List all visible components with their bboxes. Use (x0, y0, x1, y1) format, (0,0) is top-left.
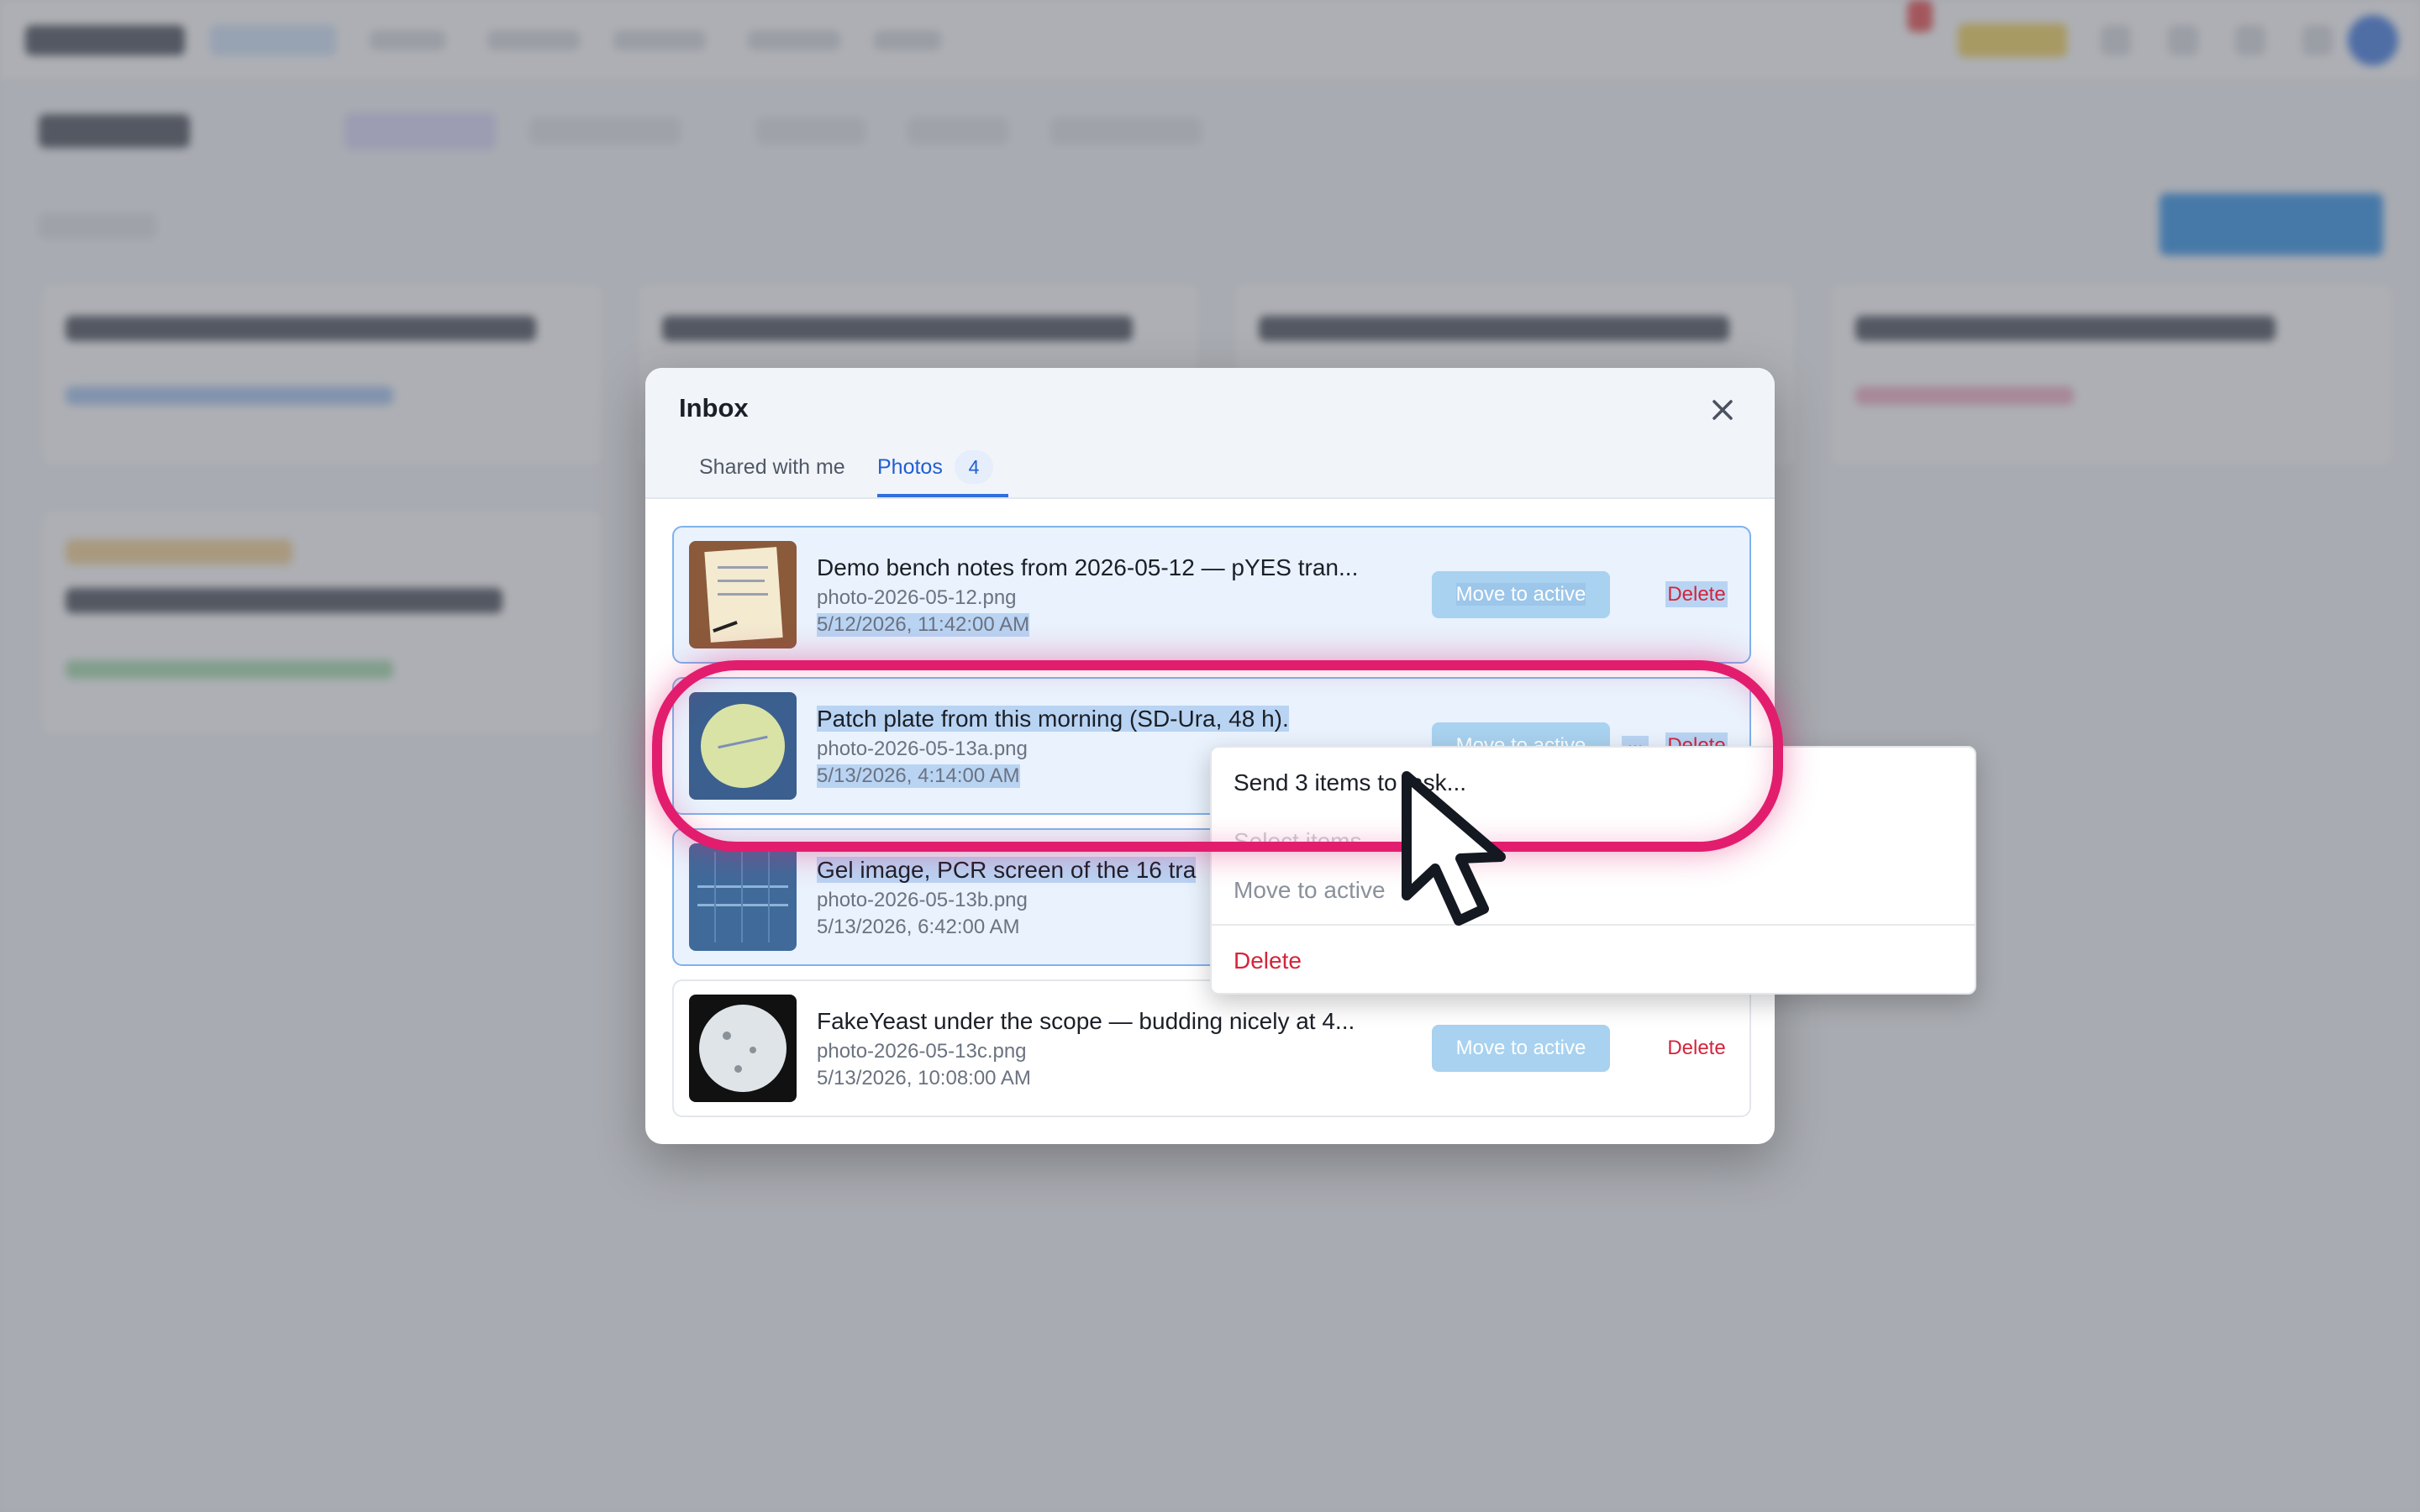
item-title: Demo bench notes from 2026-05-12 — pYES … (817, 554, 1359, 580)
tab-label: Shared with me (699, 455, 845, 479)
tab-shared-with-me[interactable]: Shared with me (699, 455, 845, 497)
menu-item-move-to-active[interactable]: Move to active (1234, 877, 1386, 904)
button-label: Move to active (1455, 583, 1586, 606)
item-filename: photo-2026-05-13c.png (817, 1040, 1027, 1063)
list-item[interactable]: FakeYeast under the scope — budding nice… (672, 979, 1751, 1117)
item-title: Gel image, PCR screen of the 16 tra (817, 857, 1197, 884)
tab-photos[interactable]: Photos 4 (877, 450, 1008, 497)
count-badge: 4 (955, 450, 993, 484)
item-date: 5/13/2026, 6:42:00 AM (817, 916, 1020, 938)
item-date: 5/13/2026, 10:08:00 AM (817, 1067, 1031, 1089)
list-item[interactable]: Demo bench notes from 2026-05-12 — pYES … (672, 526, 1751, 664)
item-filename: photo-2026-05-13b.png (817, 889, 1028, 911)
highlight-annotation (652, 660, 1783, 852)
move-to-active-button[interactable]: Move to active (1432, 1025, 1610, 1072)
button-label: Delete (1665, 581, 1728, 607)
menu-divider (1212, 924, 1975, 926)
mouse-pointer-icon (1402, 771, 1506, 926)
item-title-text: Gel image, PCR screen of the 16 tra (817, 857, 1197, 883)
item-filename: photo-2026-05-12.png (817, 586, 1017, 609)
gel-photo-thumbnail[interactable] (689, 843, 797, 951)
delete-button[interactable]: Delete (1657, 571, 1736, 618)
close-icon (1712, 400, 1733, 420)
modal-title: Inbox (679, 393, 749, 423)
delete-button[interactable]: Delete (1657, 1025, 1736, 1072)
item-date: 5/12/2026, 11:42:00 AM (817, 613, 1030, 637)
notebook-photo-thumbnail[interactable] (689, 541, 797, 648)
modal-header: Inbox Shared with me Photos 4 (645, 368, 1775, 499)
close-button[interactable] (1704, 391, 1741, 428)
microscope-photo-thumbnail[interactable] (689, 995, 797, 1102)
item-title: FakeYeast under the scope — budding nice… (817, 1008, 1355, 1034)
move-to-active-button[interactable]: Move to active (1432, 571, 1610, 618)
tab-label: Photos (877, 455, 943, 479)
menu-item-delete[interactable]: Delete (1234, 948, 1302, 974)
